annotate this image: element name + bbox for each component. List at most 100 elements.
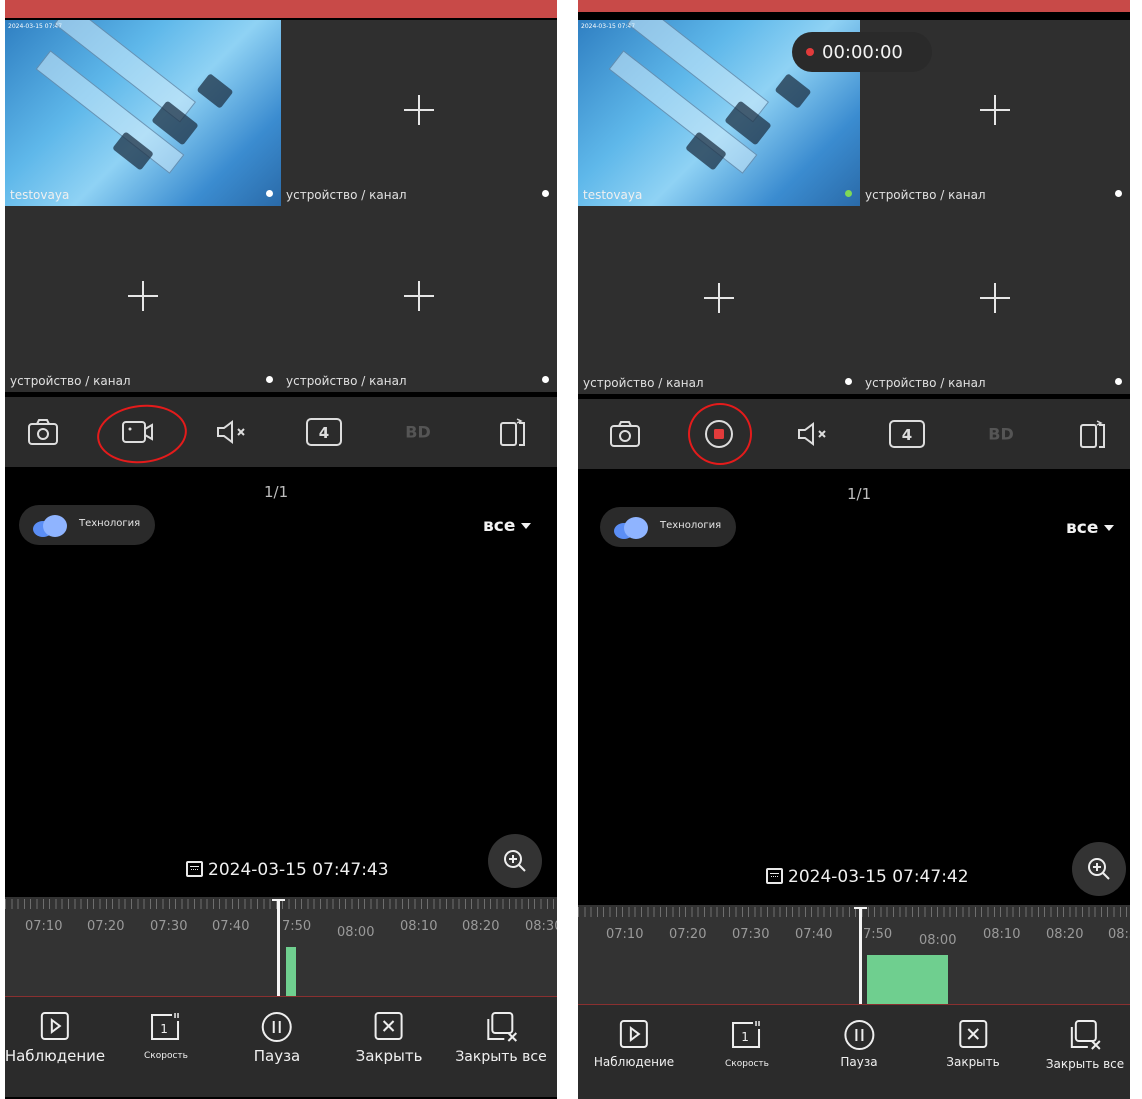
play-icon <box>40 1012 69 1040</box>
camera-cell-1[interactable]: 2024-03-15 07:47 testovaya <box>5 20 281 206</box>
camera-cell-4[interactable]: устройство / канал <box>860 208 1130 394</box>
timeline-label: 07:30 <box>732 927 770 942</box>
group-chip-label: Технология <box>79 518 141 529</box>
cloud-icon <box>614 517 650 539</box>
pause-icon <box>262 1012 292 1042</box>
add-icon[interactable] <box>404 95 434 125</box>
add-icon[interactable] <box>404 281 434 311</box>
close-button[interactable]: Закрыть <box>946 1019 1000 1069</box>
playback-datetime[interactable]: 2024-03-15 07:47:43 <box>186 860 389 880</box>
status-bar <box>5 0 557 18</box>
status-dot <box>845 378 852 385</box>
button-label: Наблюдение <box>593 1055 675 1069</box>
pause-icon <box>844 1020 874 1050</box>
camera-cell-2[interactable]: устройство / канал <box>281 20 557 206</box>
timeline[interactable]: 07:10 07:20 07:30 07:40 7:50 08:00 08:10… <box>5 897 557 997</box>
timeline-label: 7:50 <box>282 919 312 934</box>
status-dot <box>542 190 549 197</box>
camera-cell-3[interactable]: устройство / канал <box>5 206 281 392</box>
camera-icon[interactable] <box>27 418 59 446</box>
button-label: Наблюдение <box>5 1047 106 1065</box>
quality-button[interactable]: BD <box>405 423 430 442</box>
left-screen: 2024-03-15 07:47 testovaya устройство / … <box>5 0 557 1099</box>
group-chip[interactable]: Технология <box>600 507 736 547</box>
close-all-icon <box>487 1012 517 1042</box>
close-all-button[interactable]: Закрыть все <box>455 1011 547 1065</box>
playback-datetime[interactable]: 2024-03-15 07:47:42 <box>766 867 969 887</box>
filter-label: все <box>1066 518 1099 538</box>
timeline-label: 07:20 <box>87 919 125 934</box>
timeline-label: 08:20 <box>462 919 500 934</box>
cell-label: устройство / канал <box>865 188 986 202</box>
timeline-cursor[interactable] <box>272 899 285 997</box>
cell-label: testovaya <box>583 188 643 202</box>
camera-cell-3[interactable]: устройство / канал <box>578 208 860 394</box>
add-icon[interactable] <box>128 281 158 311</box>
close-all-button[interactable]: Закрыть все <box>1046 1019 1124 1071</box>
zoom-in-button[interactable] <box>488 834 542 888</box>
add-icon[interactable] <box>980 95 1010 125</box>
button-label: Пауза <box>840 1055 878 1069</box>
right-screen: 2024-03-15 07:47 testovaya устройство / … <box>578 0 1130 1099</box>
button-label: Скорость <box>144 1051 188 1061</box>
add-icon[interactable] <box>704 283 734 313</box>
rotate-screen-icon[interactable] <box>1078 419 1108 449</box>
page-indicator: 1/1 <box>264 483 289 501</box>
cloud-icon <box>33 515 69 537</box>
pause-button[interactable]: Пауза <box>253 1011 301 1065</box>
timeline-label: 08:00 <box>919 933 957 948</box>
svg-text:1: 1 <box>160 1022 168 1036</box>
group-chip-label: Технология <box>660 520 722 531</box>
rotate-screen-icon[interactable] <box>498 417 528 447</box>
camera-icon[interactable] <box>609 420 641 448</box>
camera-cell-4[interactable]: устройство / канал <box>281 206 557 392</box>
button-label: Закрыть <box>355 1047 423 1065</box>
observe-button[interactable]: Наблюдение <box>5 1011 105 1065</box>
close-icon <box>375 1012 403 1040</box>
play-icon <box>619 1020 648 1048</box>
status-dot <box>1115 190 1122 197</box>
recording-timer: 00:00:00 <box>792 32 932 72</box>
status-dot <box>266 190 273 197</box>
filter-dropdown[interactable]: все <box>483 516 532 536</box>
button-label: Закрыть все <box>1045 1057 1125 1071</box>
recording-segment <box>286 947 296 997</box>
timeline-label: 08:30 <box>1108 927 1130 942</box>
zoom-in-button[interactable] <box>1072 842 1126 896</box>
speed-button[interactable]: 1 Скорость <box>144 1011 188 1061</box>
datetime-text: 2024-03-15 07:47:43 <box>208 860 389 880</box>
timeline-label: 07:30 <box>150 919 188 934</box>
filter-dropdown[interactable]: все <box>1066 518 1115 538</box>
speed-button[interactable]: 1 Скорость <box>725 1019 769 1069</box>
timeline-label: 08:20 <box>1046 927 1084 942</box>
live-toolbar: 4 BD <box>5 397 557 468</box>
status-bar <box>578 0 1130 12</box>
status-dot <box>266 376 273 383</box>
add-icon[interactable] <box>980 283 1010 313</box>
close-icon <box>958 1020 987 1048</box>
timeline-label: 08:10 <box>983 927 1021 942</box>
button-label: Пауза <box>253 1047 301 1065</box>
timeline-label: 08:30 <box>525 919 557 934</box>
timeline-label: 07:10 <box>25 919 63 934</box>
cell-label: устройство / канал <box>10 374 131 388</box>
cell-label: устройство / канал <box>286 374 407 388</box>
speaker-muted-icon[interactable] <box>796 421 830 447</box>
speaker-muted-icon[interactable] <box>215 419 249 445</box>
split-4-button[interactable]: 4 <box>305 417 343 447</box>
camera-scene-device <box>774 73 812 109</box>
speed-icon: 1 <box>150 1013 179 1040</box>
timeline-label: 07:40 <box>212 919 250 934</box>
split-4-button[interactable]: 4 <box>888 419 926 449</box>
timeline-label: 07:10 <box>606 927 644 942</box>
timeline-cursor[interactable] <box>854 907 867 1005</box>
observe-button[interactable]: Наблюдение <box>594 1019 674 1069</box>
quality-button[interactable]: BD <box>988 425 1013 444</box>
pause-button[interactable]: Пауза <box>840 1019 878 1069</box>
bottom-actions: Наблюдение 1 Скорость Пауза Закрыть Закр… <box>578 1005 1130 1099</box>
close-button[interactable]: Закрыть <box>355 1011 423 1065</box>
video-grid: 2024-03-15 07:47 testovaya устройство / … <box>578 20 1130 394</box>
timeline[interactable]: 07:10 07:20 07:30 07:40 7:50 08:00 08:10… <box>578 905 1130 1005</box>
live-toolbar: 4 BD <box>578 399 1130 469</box>
group-chip[interactable]: Технология <box>19 505 155 545</box>
